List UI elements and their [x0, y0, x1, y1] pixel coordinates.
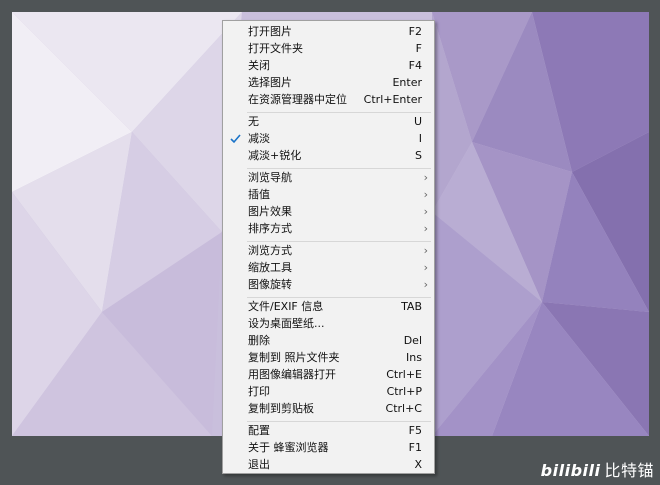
checkmark-icon: [230, 134, 241, 144]
menu-item-label: 关闭: [248, 59, 270, 72]
menu-item-shortcut: F1: [408, 441, 422, 454]
submenu-arrow-icon: ›: [423, 261, 428, 274]
menu-item[interactable]: 减淡 I: [223, 130, 434, 147]
submenu-arrow-icon: ›: [423, 244, 428, 257]
menu-item-label: 用图像编辑器打开: [248, 368, 336, 381]
submenu-arrow-icon: ›: [423, 171, 428, 184]
menu-item[interactable]: 复制到 照片文件夹 Ins: [223, 349, 434, 366]
menu-item-label: 选择图片: [248, 76, 292, 89]
watermark-text: 比特锚: [604, 461, 654, 480]
menu-item-shortcut: F4: [408, 59, 422, 72]
menu-item[interactable]: 无U: [223, 113, 434, 130]
menu-item[interactable]: 文件/EXIF 信息 TAB: [223, 298, 434, 315]
menu-item-shortcut: F2: [408, 25, 422, 38]
submenu-arrow-icon: ›: [423, 278, 428, 291]
menu-item-shortcut: Ctrl+E: [386, 368, 422, 381]
menu-item-label: 图片效果: [248, 205, 292, 218]
menu-item-label: 复制到剪贴板: [248, 402, 314, 415]
menu-item-shortcut: F5: [408, 424, 422, 437]
watermark: bilibili 比特锚: [541, 457, 654, 481]
menu-item[interactable]: 配置 F5: [223, 422, 434, 439]
menu-item-shortcut: Ctrl+Enter: [363, 93, 422, 106]
menu-item-shortcut: F: [415, 42, 422, 55]
menu-item[interactable]: 图像旋转 ›: [223, 276, 434, 293]
image-viewer-window: 打开图片 F2 打开文件夹 F 关闭 F4 选择图片 Enter 在资源管理器中定位 Ctrl+E…: [0, 0, 660, 485]
menu-item[interactable]: 删除 Del: [223, 332, 434, 349]
menu-item-label: 插值: [248, 188, 270, 201]
menu-item-label: 减淡+锐化: [248, 149, 302, 162]
menu-item[interactable]: 复制到剪贴板 Ctrl+C: [223, 400, 434, 417]
menu-item-label: 排序方式: [248, 222, 292, 235]
menu-item-label: 减淡: [248, 132, 270, 145]
menu-item-label: 配置: [248, 424, 270, 437]
menu-item[interactable]: 排序方式 ›: [223, 220, 434, 237]
menu-item[interactable]: 设为桌面壁纸...: [223, 315, 434, 332]
menu-item-shortcut: U: [413, 115, 422, 128]
menu-item-label: 缩放工具: [248, 261, 292, 274]
menu-item[interactable]: 浏览方式 ›: [223, 242, 434, 259]
menu-item-shortcut: TAB: [401, 300, 422, 313]
menu-item-shortcut: I: [418, 132, 422, 145]
menu-item-label: 在资源管理器中定位: [248, 93, 347, 106]
menu-item-shortcut: S: [415, 149, 422, 162]
menu-item[interactable]: 退出 X: [223, 456, 434, 473]
menu-item-label: 设为桌面壁纸...: [248, 317, 325, 330]
menu-item-label: 图像旋转: [248, 278, 292, 291]
submenu-arrow-icon: ›: [423, 188, 428, 201]
menu-item[interactable]: 浏览导航 ›: [223, 169, 434, 186]
menu-item[interactable]: 选择图片 Enter: [223, 74, 434, 91]
menu-item[interactable]: 减淡+锐化 S: [223, 147, 434, 164]
menu-item[interactable]: 插值 ›: [223, 186, 434, 203]
menu-item-shortcut: Enter: [392, 76, 422, 89]
menu-item-label: 删除: [248, 334, 270, 347]
menu-item-label: 打印: [248, 385, 270, 398]
menu-item-label: 无: [248, 115, 259, 128]
menu-item[interactable]: 打开文件夹 F: [223, 40, 434, 57]
menu-item[interactable]: 用图像编辑器打开 Ctrl+E: [223, 366, 434, 383]
submenu-arrow-icon: ›: [423, 205, 428, 218]
menu-item-shortcut: Ctrl+P: [386, 385, 422, 398]
menu-item-label: 关于 蜂蜜浏览器: [248, 441, 329, 454]
submenu-arrow-icon: ›: [423, 222, 428, 235]
menu-item[interactable]: 关闭 F4: [223, 57, 434, 74]
context-menu: 打开图片 F2 打开文件夹 F 关闭 F4 选择图片 Enter 在资源管理器中定位 Ctrl+E…: [222, 20, 435, 474]
menu-item-shortcut: X: [414, 458, 422, 471]
menu-item[interactable]: 打印 Ctrl+P: [223, 383, 434, 400]
menu-item-label: 浏览导航: [248, 171, 292, 184]
menu-item[interactable]: 缩放工具 ›: [223, 259, 434, 276]
menu-item-label: 退出: [248, 458, 270, 471]
menu-item-shortcut: Ctrl+C: [385, 402, 422, 415]
menu-item-shortcut: Ins: [406, 351, 422, 364]
menu-item[interactable]: 打开图片 F2: [223, 23, 434, 40]
menu-item-label: 打开文件夹: [248, 42, 303, 55]
menu-item-label: 文件/EXIF 信息: [248, 300, 324, 313]
menu-item[interactable]: 关于 蜂蜜浏览器 F1: [223, 439, 434, 456]
menu-item[interactable]: 图片效果 ›: [223, 203, 434, 220]
menu-item-label: 复制到 照片文件夹: [248, 351, 340, 364]
menu-item-shortcut: Del: [403, 334, 422, 347]
menu-item[interactable]: 在资源管理器中定位 Ctrl+Enter: [223, 91, 434, 108]
menu-item-label: 浏览方式: [248, 244, 292, 257]
bilibili-logo: bilibili: [540, 461, 601, 480]
menu-item-label: 打开图片: [248, 25, 292, 38]
